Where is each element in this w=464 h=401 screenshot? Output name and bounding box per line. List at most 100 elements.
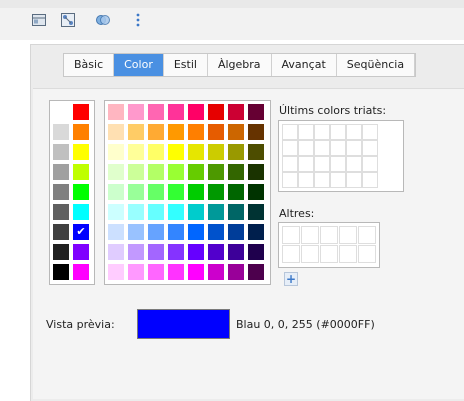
palette-color-swatch[interactable] [228, 204, 244, 220]
other-color-slot[interactable] [320, 226, 338, 244]
palette-color-swatch[interactable] [208, 124, 224, 140]
palette-color-swatch[interactable] [248, 224, 264, 240]
palette-color-swatch[interactable] [168, 264, 184, 280]
basic-color-swatch[interactable] [73, 164, 89, 180]
palette-color-swatch[interactable] [208, 164, 224, 180]
palette-color-swatch[interactable] [188, 264, 204, 280]
recent-color-slot[interactable] [282, 172, 298, 188]
palette-color-swatch[interactable] [228, 164, 244, 180]
more-icon[interactable] [130, 12, 146, 28]
palette-color-swatch[interactable] [208, 104, 224, 120]
palette-color-swatch[interactable] [108, 104, 124, 120]
object-icon[interactable] [60, 12, 76, 28]
other-color-slot[interactable] [320, 245, 338, 263]
recent-color-slot[interactable] [330, 124, 346, 140]
basic-color-swatch[interactable] [53, 264, 69, 280]
basic-color-swatch[interactable] [73, 144, 89, 160]
tab-basic[interactable]: Bàsic [64, 54, 115, 76]
tab-color[interactable]: Color [114, 54, 164, 76]
palette-color-swatch[interactable] [128, 264, 144, 280]
tab-algebra[interactable]: Àlgebra [208, 54, 272, 76]
recent-color-slot[interactable] [282, 140, 298, 156]
other-color-slot[interactable] [339, 226, 357, 244]
palette-color-swatch[interactable] [228, 244, 244, 260]
palette-color-swatch[interactable] [248, 144, 264, 160]
palette-color-swatch[interactable] [148, 204, 164, 220]
basic-color-swatch[interactable] [73, 184, 89, 200]
palette-color-swatch[interactable] [248, 264, 264, 280]
recent-color-slot[interactable] [330, 156, 346, 172]
palette-color-swatch[interactable] [128, 204, 144, 220]
other-color-slot[interactable] [282, 245, 300, 263]
tab-advanced[interactable]: Avançat [272, 54, 337, 76]
recent-color-slot[interactable] [314, 172, 330, 188]
palette-color-swatch[interactable] [188, 144, 204, 160]
palette-color-swatch[interactable] [148, 264, 164, 280]
basic-color-swatch[interactable] [53, 124, 69, 140]
basic-color-swatch[interactable] [73, 104, 89, 120]
palette-color-swatch[interactable] [188, 204, 204, 220]
recent-color-slot[interactable] [362, 124, 378, 140]
other-color-slot[interactable] [282, 226, 300, 244]
recent-color-slot[interactable] [298, 172, 314, 188]
basic-color-swatch[interactable] [73, 264, 89, 280]
palette-color-swatch[interactable] [228, 124, 244, 140]
palette-color-swatch[interactable] [208, 144, 224, 160]
palette-color-swatch[interactable] [248, 184, 264, 200]
palette-color-swatch[interactable] [188, 224, 204, 240]
other-color-slot[interactable] [358, 245, 376, 263]
palette-color-swatch[interactable] [108, 264, 124, 280]
palette-color-swatch[interactable] [248, 164, 264, 180]
palette-color-swatch[interactable] [188, 124, 204, 140]
basic-color-swatch[interactable]: ✔ [72, 223, 90, 241]
palette-color-swatch[interactable] [208, 204, 224, 220]
recent-color-slot[interactable] [362, 140, 378, 156]
recent-color-slot[interactable] [282, 124, 298, 140]
palette-color-swatch[interactable] [108, 184, 124, 200]
recent-color-slot[interactable] [346, 156, 362, 172]
palette-color-swatch[interactable] [188, 104, 204, 120]
basic-color-swatch[interactable] [53, 224, 69, 240]
basic-color-swatch[interactable] [53, 184, 69, 200]
palette-color-swatch[interactable] [108, 224, 124, 240]
palette-color-swatch[interactable] [148, 124, 164, 140]
palette-color-swatch[interactable] [168, 224, 184, 240]
add-color-button[interactable]: + [284, 272, 298, 286]
palette-color-swatch[interactable] [148, 144, 164, 160]
palette-color-swatch[interactable] [128, 104, 144, 120]
palette-color-swatch[interactable] [148, 164, 164, 180]
palette-color-swatch[interactable] [228, 104, 244, 120]
palette-color-swatch[interactable] [248, 124, 264, 140]
recent-color-slot[interactable] [330, 140, 346, 156]
palette-color-swatch[interactable] [168, 164, 184, 180]
palette-color-swatch[interactable] [128, 144, 144, 160]
palette-color-swatch[interactable] [168, 244, 184, 260]
recent-color-slot[interactable] [314, 124, 330, 140]
recent-color-slot[interactable] [314, 156, 330, 172]
recent-color-slot[interactable] [298, 124, 314, 140]
palette-color-swatch[interactable] [228, 184, 244, 200]
palette-color-swatch[interactable] [148, 224, 164, 240]
palette-color-swatch[interactable] [108, 204, 124, 220]
palette-color-swatch[interactable] [108, 164, 124, 180]
palette-color-swatch[interactable] [168, 184, 184, 200]
recent-color-slot[interactable] [314, 140, 330, 156]
palette-color-swatch[interactable] [208, 244, 224, 260]
basic-color-swatch[interactable] [53, 144, 69, 160]
recent-color-slot[interactable] [362, 156, 378, 172]
palette-color-swatch[interactable] [108, 244, 124, 260]
recent-color-slot[interactable] [298, 156, 314, 172]
basic-color-swatch[interactable] [73, 244, 89, 260]
basic-color-swatch[interactable] [73, 204, 89, 220]
palette-color-swatch[interactable] [128, 224, 144, 240]
palette-color-swatch[interactable] [148, 104, 164, 120]
palette-color-swatch[interactable] [188, 164, 204, 180]
palette-color-swatch[interactable] [168, 104, 184, 120]
recent-color-slot[interactable] [362, 172, 378, 188]
basic-color-swatch[interactable] [73, 124, 89, 140]
tab-sequence[interactable]: Seqüència [337, 54, 416, 76]
palette-color-swatch[interactable] [208, 264, 224, 280]
basic-color-swatch[interactable] [53, 104, 69, 120]
palette-color-swatch[interactable] [128, 124, 144, 140]
recent-color-slot[interactable] [346, 124, 362, 140]
